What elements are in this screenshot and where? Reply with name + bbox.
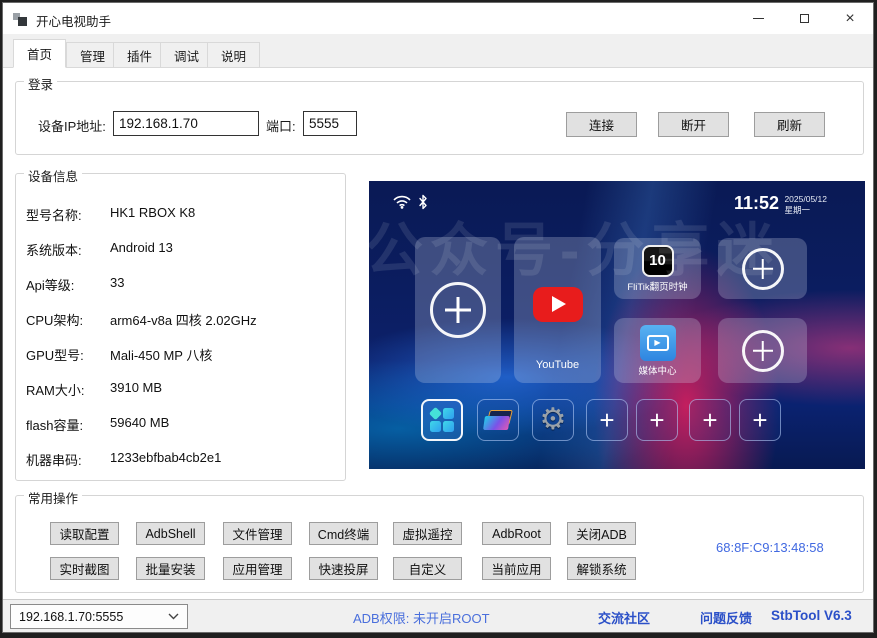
login-group: 登录 设备IP地址: 端口: 连接 断开 刷新: [15, 81, 864, 155]
virtual-remote-button[interactable]: 虚拟遥控: [393, 522, 462, 545]
disconnect-button[interactable]: 断开: [658, 112, 729, 137]
device-row-model: 型号名称:HK1 RBOX K8: [26, 205, 336, 223]
mac-address: 68:8F:C9:13:48:58: [716, 540, 824, 555]
device-row-gpu: GPU型号:Mali-450 MP 八核: [26, 345, 336, 363]
adb-root-button[interactable]: AdbRoot: [482, 522, 551, 545]
tab-bar: 首页 管理 插件 调试 说明: [3, 34, 873, 68]
ip-input[interactable]: [113, 111, 259, 136]
operations-group-label: 常用操作: [24, 488, 82, 507]
device-select-dropdown[interactable]: 192.168.1.70:5555: [10, 604, 188, 629]
dock-files-button[interactable]: [477, 399, 519, 441]
maximize-button[interactable]: [781, 3, 827, 34]
refresh-button[interactable]: 刷新: [754, 112, 825, 137]
plus-icon: +: [702, 407, 717, 433]
minimize-button[interactable]: [735, 3, 781, 34]
chevron-down-icon: [168, 613, 179, 620]
device-row-ram: RAM大小:3910 MB: [26, 380, 336, 398]
tv-dock: ⚙ + + + +: [369, 399, 865, 441]
dock-add-button-2[interactable]: +: [636, 399, 678, 441]
app-window: 开心电视助手 × 首页 管理 插件 调试 说明 登录 设备IP地址: 端口: 连…: [2, 2, 874, 633]
tab-plugins[interactable]: 插件: [113, 42, 166, 68]
plus-icon: +: [599, 407, 614, 433]
tab-home[interactable]: 首页: [13, 39, 66, 68]
close-icon: ×: [845, 11, 854, 27]
device-row-os: 系统版本:Android 13: [26, 240, 336, 258]
add-circle-icon: [430, 282, 486, 338]
device-row-flash: flash容量:59640 MB: [26, 415, 336, 433]
close-button[interactable]: ×: [827, 3, 873, 34]
quick-cast-button[interactable]: 快速投屏: [309, 557, 378, 580]
media-center-icon: ▶: [640, 325, 676, 361]
plus-icon: +: [752, 407, 767, 433]
adb-permission-status: ADB权限: 未开启ROOT: [353, 608, 490, 627]
device-info-group: 设备信息 型号名称:HK1 RBOX K8 系统版本:Android 13 Ap…: [15, 173, 346, 481]
tab-help[interactable]: 说明: [207, 42, 260, 68]
youtube-play-icon: [533, 287, 583, 322]
cmd-terminal-button[interactable]: Cmd终端: [309, 522, 378, 545]
tv-tile-media-center[interactable]: ▶ 媒体中心: [614, 318, 701, 383]
maximize-icon: [800, 14, 809, 23]
dock-add-button-1[interactable]: +: [586, 399, 628, 441]
app-manager-button[interactable]: 应用管理: [223, 557, 292, 580]
file-manager-button[interactable]: 文件管理: [223, 522, 292, 545]
close-adb-button[interactable]: 关闭ADB: [567, 522, 636, 545]
tab-manage[interactable]: 管理: [66, 42, 119, 68]
dock-apps-button[interactable]: [421, 399, 463, 441]
community-link[interactable]: 交流社区: [598, 608, 650, 627]
current-app-button[interactable]: 当前应用: [482, 557, 551, 580]
connect-button[interactable]: 连接: [566, 112, 637, 137]
minimize-icon: [753, 18, 764, 19]
operations-group: 常用操作 读取配置 AdbShell 文件管理 Cmd终端 虚拟遥控 AdbRo…: [15, 495, 864, 593]
watermark-text: 公众号-分享迷: [369, 203, 861, 287]
port-label: 端口:: [266, 116, 296, 135]
app-logo-icon: [13, 11, 29, 27]
window-title: 开心电视助手: [36, 11, 111, 30]
device-row-api: Api等级:33: [26, 275, 336, 293]
dock-add-button-4[interactable]: +: [739, 399, 781, 441]
plus-icon: +: [649, 407, 664, 433]
tab-debug[interactable]: 调试: [160, 42, 213, 68]
tv-screenshot-preview[interactable]: 公众号-分享迷 11:52 2025/05/12 星期一 YouTube 1: [369, 181, 865, 469]
folder-icon: [484, 410, 512, 430]
media-center-label: 媒体中心: [638, 363, 676, 377]
custom-button[interactable]: 自定义: [393, 557, 462, 580]
gear-icon: ⚙: [540, 405, 567, 435]
dock-settings-button[interactable]: ⚙: [532, 399, 574, 441]
device-row-cpu: CPU架构:arm64-v8a 四核 2.02GHz: [26, 310, 336, 328]
app-version: StbTool V6.3: [771, 608, 852, 623]
device-row-serial: 机器串码:1233ebfbab4cb2e1: [26, 450, 336, 468]
unlock-system-button[interactable]: 解锁系统: [567, 557, 636, 580]
live-screenshot-button[interactable]: 实时截图: [50, 557, 119, 580]
read-config-button[interactable]: 读取配置: [50, 522, 119, 545]
title-bar: 开心电视助手 ×: [3, 3, 873, 34]
dock-add-button-3[interactable]: +: [689, 399, 731, 441]
batch-install-button[interactable]: 批量安装: [136, 557, 205, 580]
login-group-label: 登录: [24, 74, 57, 93]
tv-tile-add-3[interactable]: [718, 318, 807, 383]
youtube-label: YouTube: [536, 359, 579, 371]
ip-label: 设备IP地址:: [38, 116, 106, 135]
feedback-link[interactable]: 问题反馈: [700, 608, 752, 627]
device-select-value: 192.168.1.70:5555: [19, 610, 168, 624]
port-input[interactable]: [303, 111, 357, 136]
status-bar: 192.168.1.70:5555 ADB权限: 未开启ROOT 交流社区 问题…: [3, 599, 873, 632]
adb-shell-button[interactable]: AdbShell: [136, 522, 205, 545]
add-circle-icon: [742, 330, 784, 372]
window-controls: ×: [735, 3, 873, 34]
device-info-group-label: 设备信息: [24, 166, 82, 185]
apps-grid-icon: [430, 408, 454, 432]
